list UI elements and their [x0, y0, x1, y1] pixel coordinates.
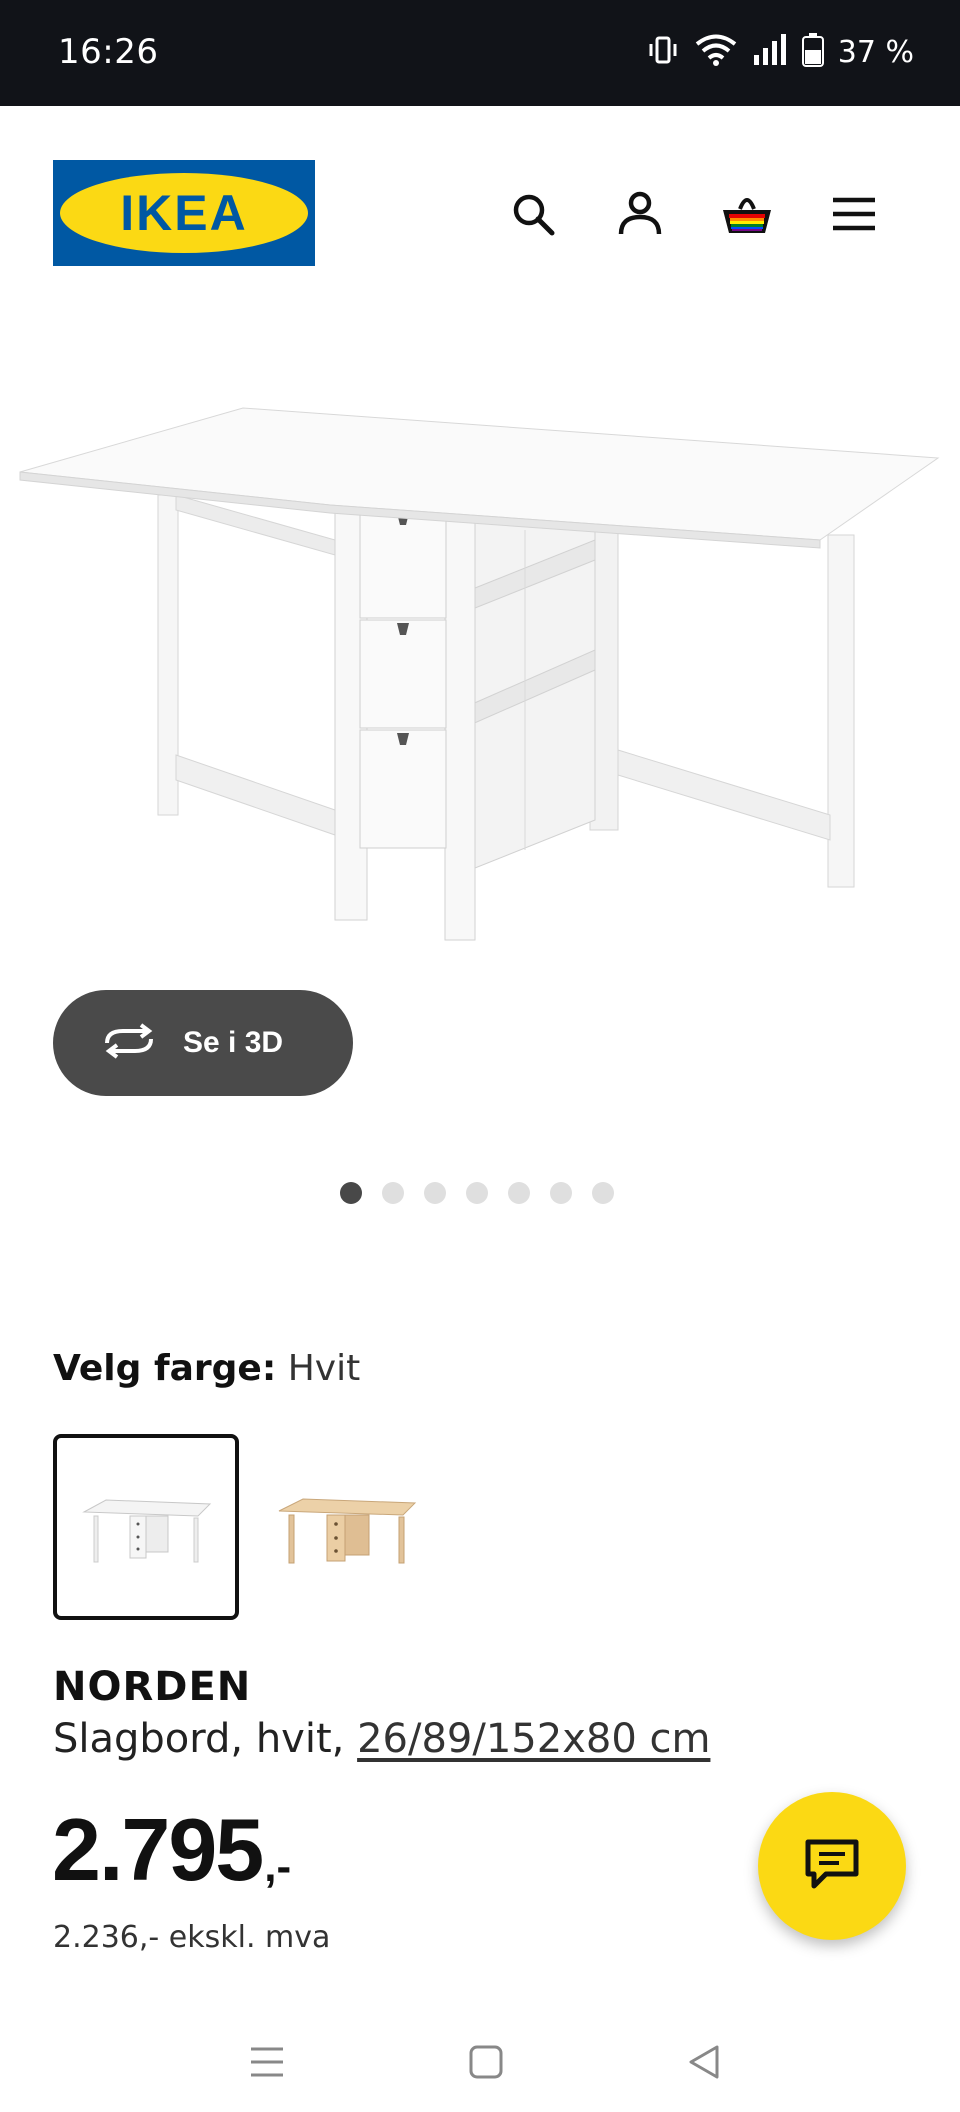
recent-apps-icon[interactable] [241, 2036, 293, 2088]
carousel-dot[interactable] [382, 1182, 404, 1204]
wifi-icon [694, 33, 738, 72]
price: 2.795 ,- [52, 1806, 291, 1894]
svg-text:IKEA: IKEA [120, 185, 247, 241]
back-icon[interactable] [678, 2036, 730, 2088]
gateleg-table-image[interactable] [0, 380, 960, 960]
carousel-dot[interactable] [424, 1182, 446, 1204]
chat-icon [804, 1838, 860, 1895]
product-dimensions-link[interactable]: 26/89/152x80 cm [357, 1716, 710, 1762]
menu-icon[interactable] [826, 186, 882, 242]
view-3d-button[interactable]: Se i 3D [53, 990, 353, 1096]
price-suffix: ,- [264, 1842, 292, 1892]
carousel-dot[interactable] [592, 1182, 614, 1204]
vibrate-icon [646, 33, 680, 72]
white-table-swatch[interactable] [53, 1434, 239, 1620]
basket-icon[interactable] [719, 186, 775, 242]
system-nav-bar [0, 2010, 960, 2112]
product-type: Slagbord, hvit, [53, 1716, 358, 1762]
status-bar: 16:26 37 % [0, 0, 960, 106]
view-3d-label: Se i 3D [183, 1026, 284, 1059]
battery-icon [801, 32, 824, 72]
profile-icon[interactable] [612, 186, 668, 242]
birch-table-swatch[interactable] [253, 1434, 439, 1620]
rotate-3d-icon [101, 1022, 157, 1064]
carousel-indicator [340, 1182, 614, 1204]
product-name: NORDEN [53, 1664, 252, 1710]
price-ex-vat: 2.236,- ekskl. mva [53, 1920, 331, 1955]
battery-text: 37 % [837, 34, 914, 70]
status-time: 16:26 [58, 32, 159, 72]
price-main: 2.795 [52, 1800, 264, 1899]
carousel-dot[interactable] [508, 1182, 530, 1204]
carousel-dot[interactable] [466, 1182, 488, 1204]
carousel-dot[interactable] [340, 1182, 362, 1204]
status-icons: 37 % [646, 30, 914, 74]
chat-button[interactable] [758, 1792, 906, 1940]
carousel-dot[interactable] [550, 1182, 572, 1204]
header: IKEA [0, 106, 960, 306]
color-select-label: Velg farge: Hvit [53, 1348, 360, 1389]
product-description: Slagbord, hvit, 26/89/152x80 cm [53, 1716, 710, 1762]
color-value: Hvit [287, 1348, 361, 1389]
home-icon[interactable] [460, 2036, 512, 2088]
color-label-prefix: Velg farge: [53, 1348, 277, 1389]
ikea-logo[interactable]: IKEA [53, 160, 315, 266]
signal-icon [752, 33, 788, 72]
search-icon[interactable] [505, 186, 561, 242]
